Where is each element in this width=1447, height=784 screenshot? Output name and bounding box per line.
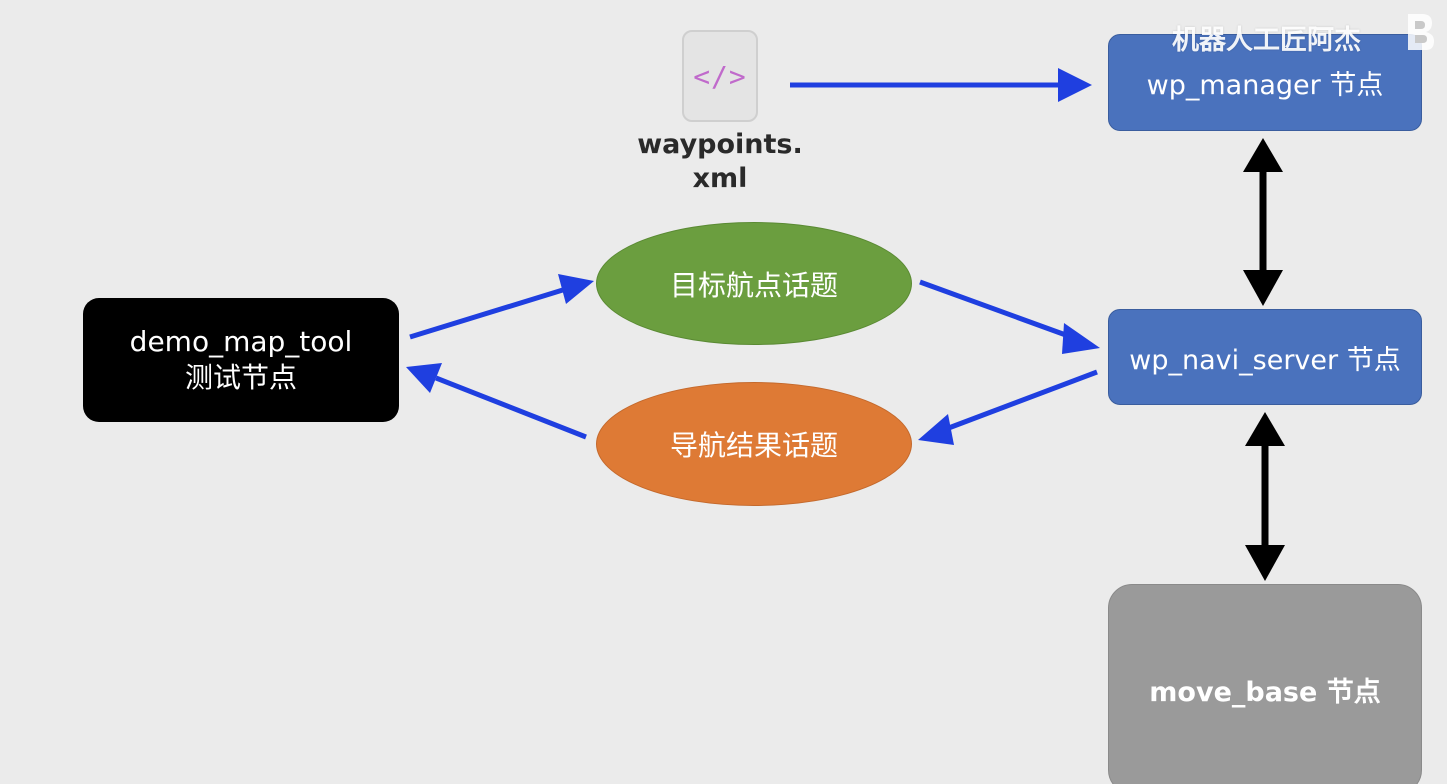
node-move-base-label: move_base 节点	[1149, 676, 1381, 708]
arrow-goal-topic-to-wp-navi-server	[919, 279, 1100, 354]
node-wp-navi-server: wp_navi_server 节点	[1108, 309, 1422, 405]
code-file-icon: </>	[682, 30, 758, 122]
node-wp-navi-server-label: wp_navi_server 节点	[1129, 344, 1401, 376]
node-wp-manager-label: wp_manager 节点	[1146, 70, 1384, 101]
topic-goal-label: 目标航点话题	[669, 268, 838, 302]
topic-result-label: 导航结果话题	[669, 429, 838, 462]
node-move-base: move_base 节点	[1108, 584, 1422, 784]
arrow-result-topic-to-demo	[406, 363, 587, 440]
arrow-demo-to-goal-topic	[409, 274, 594, 340]
topic-goal: 目标航点话题	[596, 222, 912, 345]
arrow-wp-manager-wp-navi-server	[1243, 138, 1283, 306]
file-label-line2: xml	[692, 163, 748, 194]
node-demo-map-tool-line2: 测试节点	[184, 361, 297, 394]
arrow-wp-navi-server-to-result-topic	[918, 369, 1098, 445]
node-demo-map-tool-line1: demo_map_tool	[129, 325, 353, 358]
file-label-line1: waypoints.	[637, 129, 803, 160]
watermark-text: 机器人工匠阿杰	[1172, 25, 1361, 56]
watermark-logo-icon	[1408, 14, 1434, 50]
arrow-wp-navi-server-move-base	[1245, 412, 1285, 581]
arrow-file-to-wp-manager	[790, 68, 1092, 102]
node-demo-map-tool: demo_map_tool 测试节点	[83, 298, 399, 422]
topic-result: 导航结果话题	[596, 382, 912, 506]
diagram-canvas: </> waypoints. xml wp_manager 节点 wp_navi…	[0, 0, 1447, 784]
file-label: waypoints. xml	[620, 128, 820, 196]
